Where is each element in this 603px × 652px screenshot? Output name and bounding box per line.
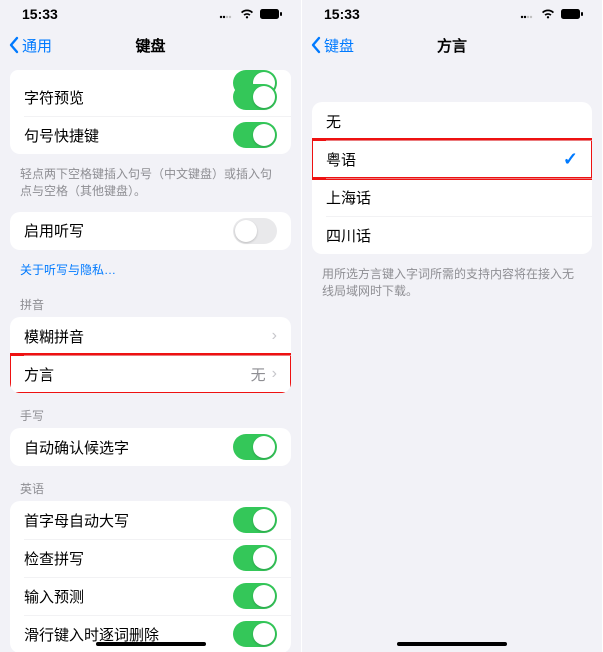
row-predictive[interactable]: 输入预测 (10, 577, 291, 615)
chevron-right-icon: › (272, 327, 277, 345)
row-period-shortcut[interactable]: 句号快捷键 (10, 116, 291, 154)
label: 粤语 (326, 149, 356, 170)
toggle-auto-confirm[interactable] (233, 434, 277, 460)
back-label: 通用 (22, 35, 52, 56)
nav-bar: 键盘 方言 (302, 28, 602, 62)
handwriting-header: 手写 (0, 401, 301, 428)
chevron-left-icon (8, 36, 20, 54)
row-slide-delete[interactable]: 滑行键入时逐词删除 (10, 615, 291, 652)
label: 字符预览 (24, 87, 84, 108)
toggle-auto-cap[interactable] (233, 507, 277, 533)
home-indicator[interactable] (96, 642, 206, 646)
option-shanghainese[interactable]: 上海话 (312, 178, 592, 216)
toggle-char-preview[interactable] (233, 84, 277, 110)
back-label: 键盘 (324, 35, 354, 56)
wifi-icon (239, 8, 255, 20)
wifi-icon (540, 8, 556, 20)
row-auto-cap[interactable]: 首字母自动大写 (10, 501, 291, 539)
dialect-value: 无 (251, 364, 266, 385)
content: 字符预览 句号快捷键 轻点两下空格键插入句号（中文键盘）或插入句点与空格（其他键… (0, 62, 301, 652)
toggle-slide-delete[interactable] (233, 621, 277, 647)
dialect-settings-screen: 15:33 键盘 方言 无 粤语 (301, 0, 602, 652)
dialect-footer: 用所选方言键入字词所需的支持内容将在接入无线局域网时下载。 (302, 262, 602, 312)
status-icons (219, 8, 283, 20)
partial-row (10, 70, 291, 78)
label: 启用听写 (24, 220, 84, 241)
cellular-icon (520, 9, 536, 19)
toggle-predictive[interactable] (233, 583, 277, 609)
dictation-privacy-link[interactable]: 关于听写与隐私… (0, 258, 301, 291)
page-title: 键盘 (135, 35, 165, 56)
label: 检查拼写 (24, 548, 84, 569)
row-fuzzy-pinyin[interactable]: 模糊拼音 › (10, 317, 291, 355)
chevron-right-icon: › (272, 365, 277, 383)
option-sichuanese[interactable]: 四川话 (312, 216, 592, 254)
label: 句号快捷键 (24, 125, 99, 146)
group-pinyin: 模糊拼音 › 方言 无 › (10, 317, 291, 393)
row-char-preview[interactable]: 字符预览 (10, 78, 291, 116)
checkmark-icon: ✓ (563, 149, 578, 170)
battery-icon (560, 8, 584, 20)
cellular-icon (219, 9, 235, 19)
label: 上海话 (326, 187, 371, 208)
back-button[interactable]: 通用 (8, 35, 52, 56)
row-check-spelling[interactable]: 检查拼写 (10, 539, 291, 577)
row-dictation[interactable]: 启用听写 (10, 212, 291, 250)
battery-icon (259, 8, 283, 20)
label: 首字母自动大写 (24, 510, 129, 531)
label: 模糊拼音 (24, 326, 84, 347)
status-time: 15:33 (324, 6, 360, 22)
status-time: 15:33 (22, 6, 58, 22)
toggle-period-shortcut[interactable] (233, 122, 277, 148)
period-footer: 轻点两下空格键插入句号（中文键盘）或插入句点与空格（其他键盘）。 (0, 162, 301, 212)
english-header: 英语 (0, 474, 301, 501)
back-button[interactable]: 键盘 (310, 35, 354, 56)
group-handwriting: 自动确认候选字 (10, 428, 291, 466)
group-typing: 字符预览 句号快捷键 (10, 78, 291, 154)
row-auto-confirm[interactable]: 自动确认候选字 (10, 428, 291, 466)
chevron-left-icon (310, 36, 322, 54)
option-none[interactable]: 无 (312, 102, 592, 140)
status-bar: 15:33 (302, 0, 602, 28)
label: 自动确认候选字 (24, 437, 129, 458)
label: 无 (326, 111, 341, 132)
home-indicator[interactable] (397, 642, 507, 646)
status-icons (520, 8, 584, 20)
label: 方言 (24, 364, 54, 385)
nav-bar: 通用 键盘 (0, 28, 301, 62)
content: 无 粤语 ✓ 上海话 四川话 用所选方言键入字词所需的支持内容将在接入无线局域网… (302, 62, 602, 312)
row-dialect[interactable]: 方言 无 › (10, 355, 291, 393)
toggle-dictation[interactable] (233, 218, 277, 244)
label: 四川话 (326, 225, 371, 246)
group-english: 首字母自动大写 检查拼写 输入预测 滑行键入时逐词删除 (10, 501, 291, 652)
option-cantonese[interactable]: 粤语 ✓ (312, 140, 592, 178)
page-title: 方言 (437, 35, 467, 56)
status-bar: 15:33 (0, 0, 301, 28)
keyboard-settings-screen: 15:33 通用 键盘 字符预览 (0, 0, 301, 652)
toggle-check-spelling[interactable] (233, 545, 277, 571)
group-dictation: 启用听写 (10, 212, 291, 250)
pinyin-header: 拼音 (0, 290, 301, 317)
group-dialects: 无 粤语 ✓ 上海话 四川话 (312, 102, 592, 254)
label: 输入预测 (24, 586, 84, 607)
